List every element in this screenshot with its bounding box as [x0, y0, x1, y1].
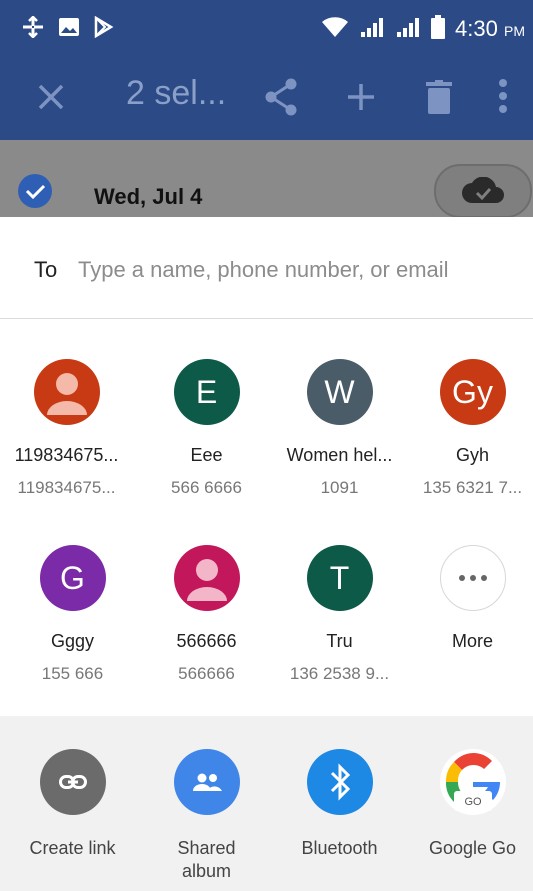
create-link-button[interactable]: Create link — [6, 749, 139, 860]
battery-icon — [431, 14, 446, 44]
shared-album-button[interactable]: Shared album — [140, 749, 273, 883]
app-label: Create link — [29, 838, 116, 858]
contact-item[interactable]: E Eee 566 6666 — [140, 359, 273, 498]
contact-number: 119834675... — [17, 478, 116, 497]
contact-number: 566666 — [178, 664, 235, 683]
app-label: Shared album — [177, 838, 236, 881]
signal-icon — [359, 16, 385, 43]
play-store-icon — [94, 15, 114, 43]
contact-avatar: Gy — [439, 359, 506, 425]
contact-number: 136 2538 9... — [289, 664, 390, 683]
contact-avatar: E — [173, 359, 240, 425]
contact-name: Gyh — [455, 445, 489, 465]
contact-number: 566 6666 — [171, 478, 242, 497]
network-transfer-icon — [22, 14, 44, 43]
backup-button — [434, 164, 532, 218]
background-photo-row: Wed, Jul 4 — [0, 140, 533, 218]
gallery-icon — [58, 17, 80, 42]
signal-icon — [395, 16, 421, 43]
app-label: Bluetooth — [301, 838, 378, 858]
contact-item[interactable]: T Tru 136 2538 9... — [273, 545, 406, 684]
contact-name: 566666 — [176, 631, 237, 651]
contact-avatar: G — [39, 545, 106, 611]
contact-name: Eee — [190, 445, 223, 465]
contact-name: 119834675... — [14, 445, 119, 465]
contact-number: 135 6321 7... — [422, 478, 523, 497]
more-horiz-icon — [439, 545, 506, 611]
app-label: Google Go — [428, 838, 517, 858]
selection-count-title: 2 sel... — [126, 74, 227, 112]
contact-number: 155 666 — [41, 664, 104, 683]
clock: 4:30 PM — [455, 16, 525, 41]
contact-avatar: T — [306, 545, 373, 611]
contact-avatar: W — [306, 359, 373, 425]
google-go-icon: GO — [439, 749, 506, 815]
contact-name: Women hel... — [286, 445, 393, 465]
person-avatar-icon — [33, 359, 100, 425]
contact-name: Gggy — [50, 631, 95, 651]
people-icon — [173, 749, 240, 815]
overflow-menu-icon[interactable] — [498, 78, 508, 119]
add-icon[interactable] — [346, 82, 376, 117]
person-avatar-icon — [173, 545, 240, 611]
google-go-badge: GO — [464, 796, 482, 808]
share-apps-row: Create link Shared album Bluetooth GO Go… — [0, 716, 533, 891]
status-bar: 4:30 PM — [0, 0, 533, 58]
link-icon — [39, 749, 106, 815]
contact-item[interactable]: 566666 566666 — [140, 545, 273, 684]
google-go-button[interactable]: GO Google Go — [406, 749, 533, 860]
selection-toolbar: 2 sel... — [0, 58, 533, 140]
share-icon[interactable] — [264, 78, 298, 121]
bluetooth-button[interactable]: Bluetooth — [273, 749, 406, 860]
recipient-field: To — [0, 217, 533, 319]
close-icon[interactable] — [36, 82, 66, 112]
contact-item[interactable]: 119834675... 119834675... — [0, 359, 133, 498]
contact-item[interactable]: Gy Gyh 135 6321 7... — [406, 359, 533, 498]
contact-name: Tru — [326, 631, 353, 651]
date-header: Wed, Jul 4 — [94, 184, 203, 209]
to-label: To — [34, 257, 58, 282]
wifi-icon — [321, 16, 349, 43]
more-label: More — [451, 631, 493, 651]
selected-check-icon — [18, 174, 52, 208]
more-contacts-button[interactable]: More — [406, 545, 533, 652]
contact-item[interactable]: W Women hel... 1091 — [273, 359, 406, 498]
bluetooth-icon — [306, 749, 373, 815]
contact-number: 1091 — [320, 478, 359, 497]
delete-icon[interactable] — [426, 80, 452, 119]
contact-item[interactable]: G Gggy 155 666 — [6, 545, 139, 684]
recipient-search-input[interactable] — [76, 253, 510, 287]
